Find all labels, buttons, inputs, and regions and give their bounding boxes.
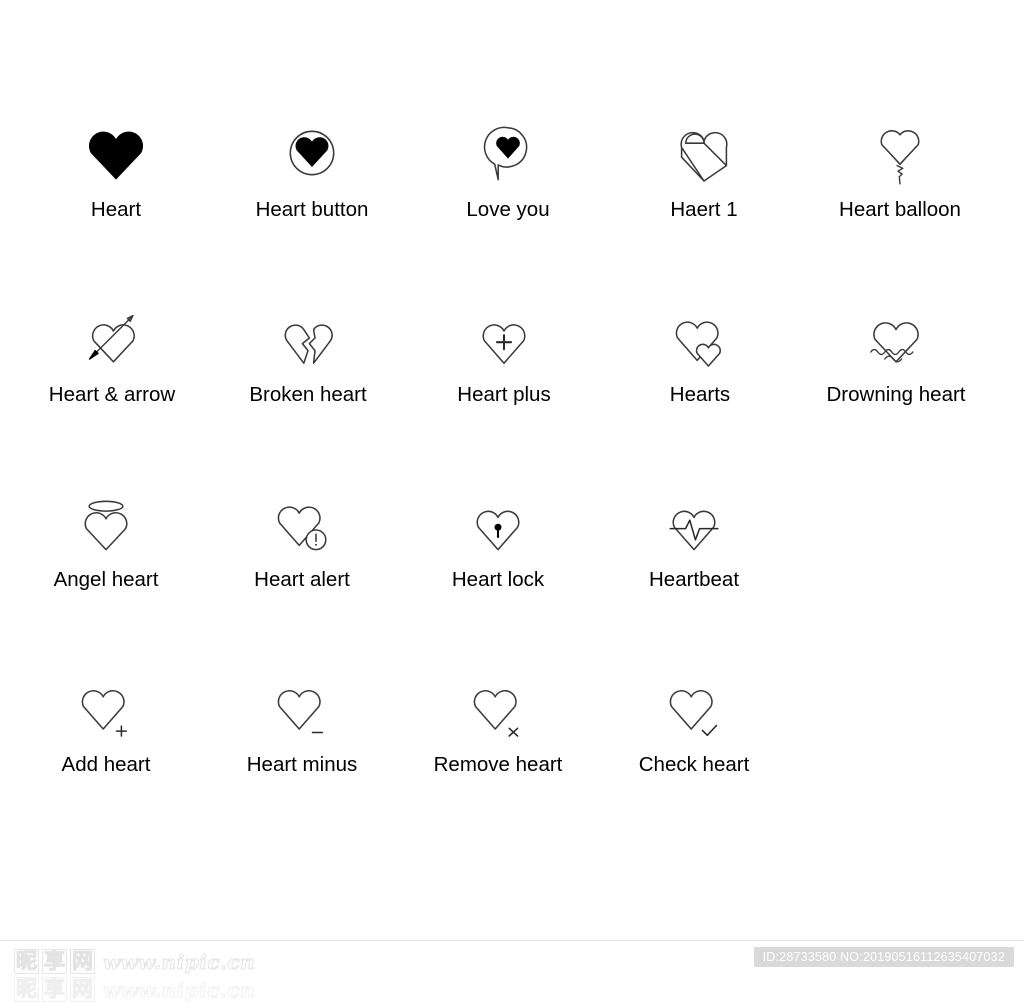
heart-lock-icon [460, 488, 536, 558]
icon-item-heart-button[interactable]: Heart button [214, 118, 410, 303]
two-hearts-icon [662, 303, 738, 373]
icon-label: Remove heart [433, 753, 563, 776]
watermark-url: www.nipic.cn [102, 977, 256, 1002]
watermark-logo: 昵 享 网 www.nipic.cn [14, 949, 255, 974]
heart-outline-geometric-icon [666, 118, 742, 188]
icon-item-haert-1[interactable]: Haert 1 [606, 118, 802, 303]
icon-item-heart-solid[interactable]: Heart [18, 118, 214, 303]
icon-item-heart-balloon[interactable]: Heart balloon [802, 118, 998, 303]
icon-item-two-hearts[interactable]: Hearts [602, 303, 798, 488]
icon-row: Angel heart Heart alert Heart lock Heart… [0, 488, 1024, 673]
check-heart-icon [656, 673, 732, 743]
icon-item-love-you[interactable]: Love you [410, 118, 606, 303]
icon-item-angel-heart[interactable]: Angel heart [8, 488, 204, 673]
icon-label: Heart lock [451, 568, 545, 591]
icon-item-heart-and-arrow[interactable]: Heart & arrow [14, 303, 210, 488]
icon-item-check-heart[interactable]: Check heart [596, 673, 792, 833]
image-id-badge: ID:28733580 NO:20190516112635407032 [753, 947, 1014, 967]
icon-item-heartbeat[interactable]: Heartbeat [596, 488, 792, 673]
icon-item-heart-minus[interactable]: Heart minus [204, 673, 400, 833]
add-heart-icon [68, 673, 144, 743]
icon-label: Heart & arrow [48, 383, 176, 406]
watermark-cjk-text: 昵 享 网 [14, 949, 95, 974]
icon-label: Angel heart [53, 568, 159, 591]
watermark-cjk-char: 网 [70, 949, 95, 974]
icon-item-heart-alert[interactable]: Heart alert [204, 488, 400, 673]
icon-item-heart-lock[interactable]: Heart lock [400, 488, 596, 673]
heart-plus-icon [466, 303, 542, 373]
broken-heart-icon [270, 303, 346, 373]
icon-label: Heart [90, 198, 142, 221]
icon-item-heart-plus[interactable]: Heart plus [406, 303, 602, 488]
watermark-cjk-char: 网 [70, 977, 95, 1002]
watermark-logo-repeat: 昵 享 网 www.nipic.cn [14, 977, 255, 1002]
icon-label: Drowning heart [826, 383, 966, 406]
icon-label: Heart alert [254, 568, 350, 591]
icon-label: Heartbeat [648, 568, 740, 591]
icon-label: Haert 1 [670, 198, 738, 221]
icon-label: Heart minus [246, 753, 358, 776]
watermark-cjk-char: 昵 [14, 949, 39, 974]
icon-label: Heart balloon [839, 198, 961, 221]
icon-label: Check heart [638, 753, 750, 776]
icon-row: Add heart Heart minus Remove heart Check… [0, 673, 1024, 833]
heart-minus-icon [264, 673, 340, 743]
heart-balloon-icon [862, 118, 938, 188]
heart-solid-icon [78, 118, 154, 188]
icon-item-drowning-heart[interactable]: Drowning heart [798, 303, 994, 488]
angel-heart-icon [68, 488, 144, 558]
heart-button-icon [274, 118, 350, 188]
icon-label: Hearts [669, 383, 731, 406]
watermark-url: www.nipic.cn [102, 949, 256, 974]
icon-label: Add heart [61, 753, 151, 776]
icon-row: Heart Heart button Love you Haert 1 Hear… [0, 118, 1024, 303]
icon-item-remove-heart[interactable]: Remove heart [400, 673, 596, 833]
icon-sheet: Heart Heart button Love you Haert 1 Hear… [0, 0, 1024, 940]
watermark-cjk-char: 昵 [14, 977, 39, 1002]
icon-row: Heart & arrow Broken heart Heart plus He… [0, 303, 1024, 488]
icon-label: Broken heart [249, 383, 367, 406]
watermark-footer: 昵 享 网 www.nipic.cn 昵 享 网 www.nipic.cn ID… [0, 940, 1024, 1002]
icon-item-broken-heart[interactable]: Broken heart [210, 303, 406, 488]
icon-label: Love you [466, 198, 550, 221]
drowning-heart-icon [858, 303, 934, 373]
heart-alert-icon [264, 488, 340, 558]
icon-item-add-heart[interactable]: Add heart [8, 673, 204, 833]
love-you-speech-bubble-icon [470, 118, 546, 188]
icon-label: Heart button [255, 198, 369, 221]
watermark-cjk-text: 昵 享 网 [14, 977, 95, 1002]
watermark-cjk-char: 享 [42, 977, 67, 1002]
watermark-cjk-char: 享 [42, 949, 67, 974]
icon-label: Heart plus [457, 383, 551, 406]
heartbeat-icon [656, 488, 732, 558]
remove-heart-icon [460, 673, 536, 743]
heart-and-arrow-icon [74, 303, 150, 373]
